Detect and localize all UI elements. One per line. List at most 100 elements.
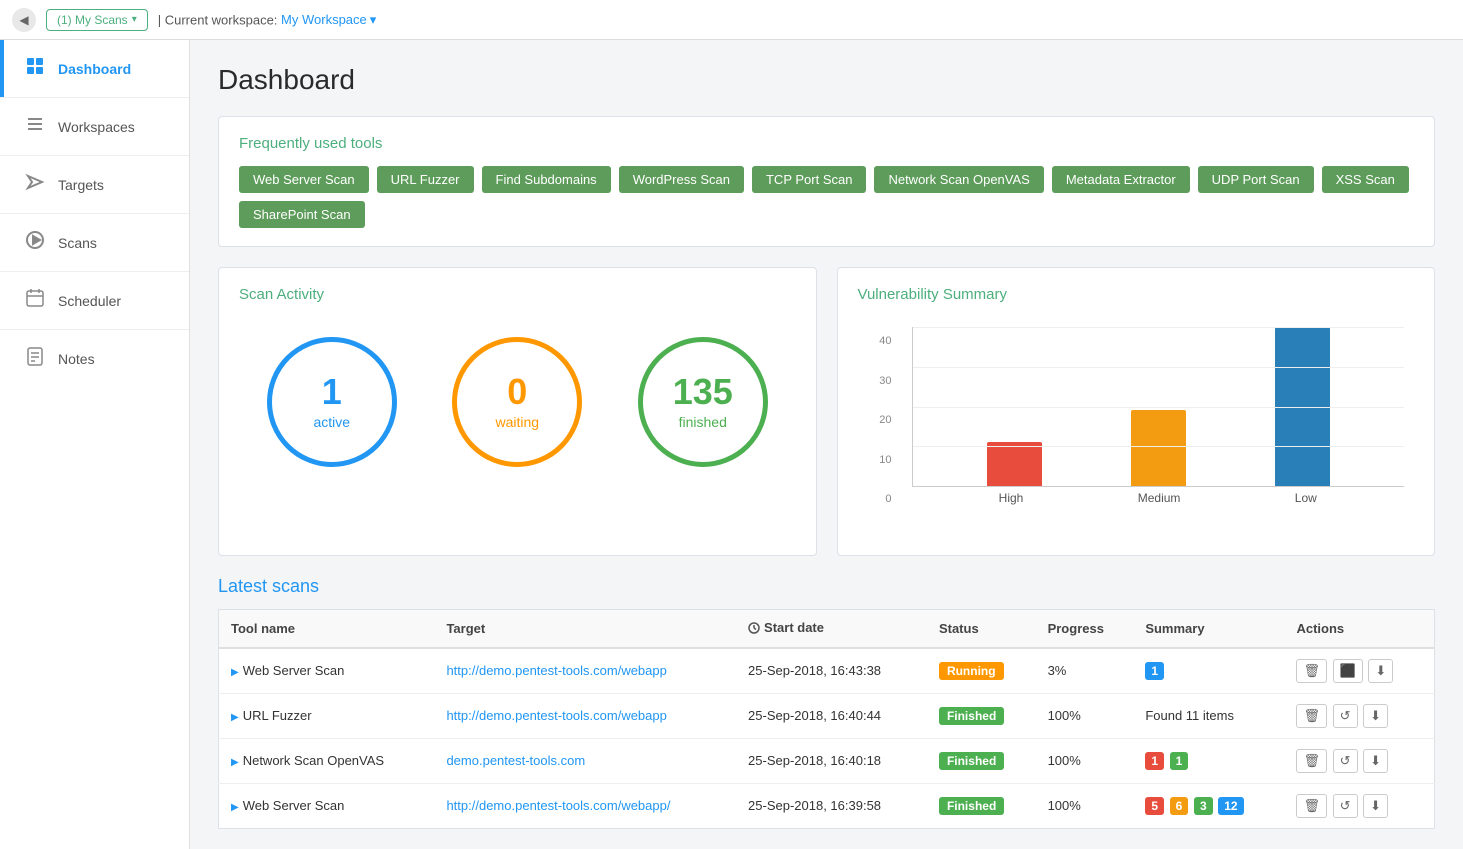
rerun-button[interactable]: ↺ — [1333, 749, 1358, 773]
summary-badge-12: 12 — [1218, 797, 1243, 815]
status-cell: Finished — [927, 738, 1036, 783]
start-date-cell: 25-Sep-2018, 16:40:18 — [736, 738, 927, 783]
play-icon — [231, 708, 243, 723]
dashboard-icon — [24, 56, 46, 81]
back-button[interactable]: ◀ — [12, 8, 36, 32]
sidebar-dashboard-label: Dashboard — [58, 61, 131, 77]
finished-count: 135 — [673, 374, 733, 410]
sidebar-item-dashboard[interactable]: Dashboard — [0, 40, 189, 97]
actions-cell: 🗑 ⬛ ⬇ — [1284, 648, 1434, 694]
tool-name-text: Network Scan OpenVAS — [243, 753, 384, 768]
rerun-button[interactable]: ↺ — [1333, 794, 1358, 818]
vulnerability-summary-card: Vulnerability Summary 40 30 20 10 0 — [837, 267, 1436, 556]
sidebar-item-workspaces[interactable]: Workspaces — [0, 98, 189, 155]
tool-btn-metadata-extractor[interactable]: Metadata Extractor — [1052, 166, 1190, 193]
vuln-summary-title: Vulnerability Summary — [858, 286, 1415, 303]
delete-button[interactable]: 🗑 — [1296, 749, 1327, 773]
y-label-40: 40 — [868, 335, 892, 347]
play-icon — [231, 663, 243, 678]
layout: Dashboard Workspaces Targets Scans — [0, 40, 1463, 849]
caret-icon: ▾ — [132, 14, 137, 25]
my-scans-label: (1) My Scans — [57, 13, 128, 27]
y-label-30: 30 — [868, 375, 892, 387]
table-row: Web Server Scan http://demo.pentest-tool… — [219, 783, 1435, 828]
table-row: Web Server Scan http://demo.pentest-tool… — [219, 648, 1435, 694]
summary-badge-5: 5 — [1145, 797, 1164, 815]
tool-btn-xss-scan[interactable]: XSS Scan — [1322, 166, 1409, 193]
workspace-link[interactable]: My Workspace ▾ — [281, 12, 376, 28]
col-start-date: Start date — [736, 610, 927, 648]
target-link[interactable]: http://demo.pentest-tools.com/webapp/ — [446, 798, 670, 813]
summary-badge-red: 1 — [1145, 752, 1164, 770]
rerun-button[interactable]: ↺ — [1333, 704, 1358, 728]
summary-badge: 1 — [1145, 662, 1164, 680]
back-icon: ◀ — [19, 13, 28, 27]
latest-scans-table: Tool name Target Start date Status Progr… — [218, 609, 1435, 829]
page-title: Dashboard — [218, 64, 1435, 96]
download-button[interactable]: ⬇ — [1363, 749, 1388, 773]
delete-button[interactable]: 🗑 — [1296, 794, 1327, 818]
download-button[interactable]: ⬇ — [1363, 794, 1388, 818]
progress-cell: 3% — [1036, 648, 1134, 694]
status-badge: Finished — [939, 797, 1004, 815]
y-label-20: 20 — [868, 414, 892, 426]
status-badge: Running — [939, 662, 1004, 680]
tool-btn-tcp-port-scan[interactable]: TCP Port Scan — [752, 166, 866, 193]
tool-buttons-container: Web Server Scan URL Fuzzer Find Subdomai… — [239, 166, 1414, 228]
sidebar-item-scheduler[interactable]: Scheduler — [0, 272, 189, 329]
stop-button[interactable]: ⬛ — [1333, 659, 1363, 683]
status-cell: Finished — [927, 783, 1036, 828]
workspace-label: | Current workspace: My Workspace ▾ — [158, 12, 377, 28]
vuln-chart: 40 30 20 10 0 — [858, 317, 1415, 537]
tool-btn-web-server-scan[interactable]: Web Server Scan — [239, 166, 369, 193]
sidebar-item-targets[interactable]: Targets — [0, 156, 189, 213]
actions-cell: 🗑 ↺ ⬇ — [1284, 783, 1434, 828]
delete-button[interactable]: 🗑 — [1296, 659, 1327, 683]
finished-label: finished — [679, 414, 727, 430]
col-status: Status — [927, 610, 1036, 648]
delete-button[interactable]: 🗑 — [1296, 704, 1327, 728]
tool-name-cell: URL Fuzzer — [219, 693, 435, 738]
sidebar-scheduler-label: Scheduler — [58, 293, 121, 309]
col-actions: Actions — [1284, 610, 1434, 648]
tool-name-text: Web Server Scan — [243, 663, 345, 678]
summary-badge-6: 6 — [1170, 797, 1189, 815]
latest-scans-section: Latest scans Tool name Target Start date… — [218, 576, 1435, 829]
my-scans-button[interactable]: (1) My Scans ▾ — [46, 9, 148, 31]
target-link[interactable]: demo.pentest-tools.com — [446, 753, 585, 768]
summary-cell: 1 1 — [1133, 738, 1284, 783]
sidebar-targets-label: Targets — [58, 177, 104, 193]
progress-cell: 100% — [1036, 738, 1134, 783]
bar-label-high: High — [999, 491, 1024, 505]
summary-cell: 1 — [1133, 648, 1284, 694]
sidebar-item-scans[interactable]: Scans — [0, 214, 189, 271]
waiting-circle: 0 waiting — [452, 337, 582, 467]
download-button[interactable]: ⬇ — [1363, 704, 1388, 728]
tool-btn-sharepoint-scan[interactable]: SharePoint Scan — [239, 201, 365, 228]
sidebar: Dashboard Workspaces Targets Scans — [0, 40, 190, 849]
tool-name-text: URL Fuzzer — [243, 708, 312, 723]
tool-name-cell: Network Scan OpenVAS — [219, 738, 435, 783]
tool-btn-udp-port-scan[interactable]: UDP Port Scan — [1198, 166, 1314, 193]
summary-badge-green: 1 — [1170, 752, 1189, 770]
tool-btn-find-subdomains[interactable]: Find Subdomains — [482, 166, 611, 193]
tool-btn-network-scan-openvas[interactable]: Network Scan OpenVAS — [874, 166, 1043, 193]
target-link[interactable]: http://demo.pentest-tools.com/webapp — [446, 708, 666, 723]
target-cell: http://demo.pentest-tools.com/webapp — [434, 693, 736, 738]
summary-cell: 5 6 3 12 — [1133, 783, 1284, 828]
download-button[interactable]: ⬇ — [1368, 659, 1393, 683]
status-badge: Finished — [939, 752, 1004, 770]
tool-btn-url-fuzzer[interactable]: URL Fuzzer — [377, 166, 474, 193]
scan-activity-title: Scan Activity — [239, 286, 796, 303]
workspace-caret-icon: ▾ — [370, 12, 377, 28]
topbar: ◀ (1) My Scans ▾ | Current workspace: My… — [0, 0, 1463, 40]
start-date-cell: 25-Sep-2018, 16:43:38 — [736, 648, 927, 694]
sidebar-scans-label: Scans — [58, 235, 97, 251]
target-link[interactable]: http://demo.pentest-tools.com/webapp — [446, 663, 666, 678]
tool-btn-wordpress-scan[interactable]: WordPress Scan — [619, 166, 744, 193]
play-icon — [231, 753, 243, 768]
sidebar-item-notes[interactable]: Notes — [0, 330, 189, 387]
start-date-cell: 25-Sep-2018, 16:40:44 — [736, 693, 927, 738]
y-label-0: 0 — [868, 493, 892, 505]
finished-circle-wrap: 135 finished — [638, 337, 768, 467]
